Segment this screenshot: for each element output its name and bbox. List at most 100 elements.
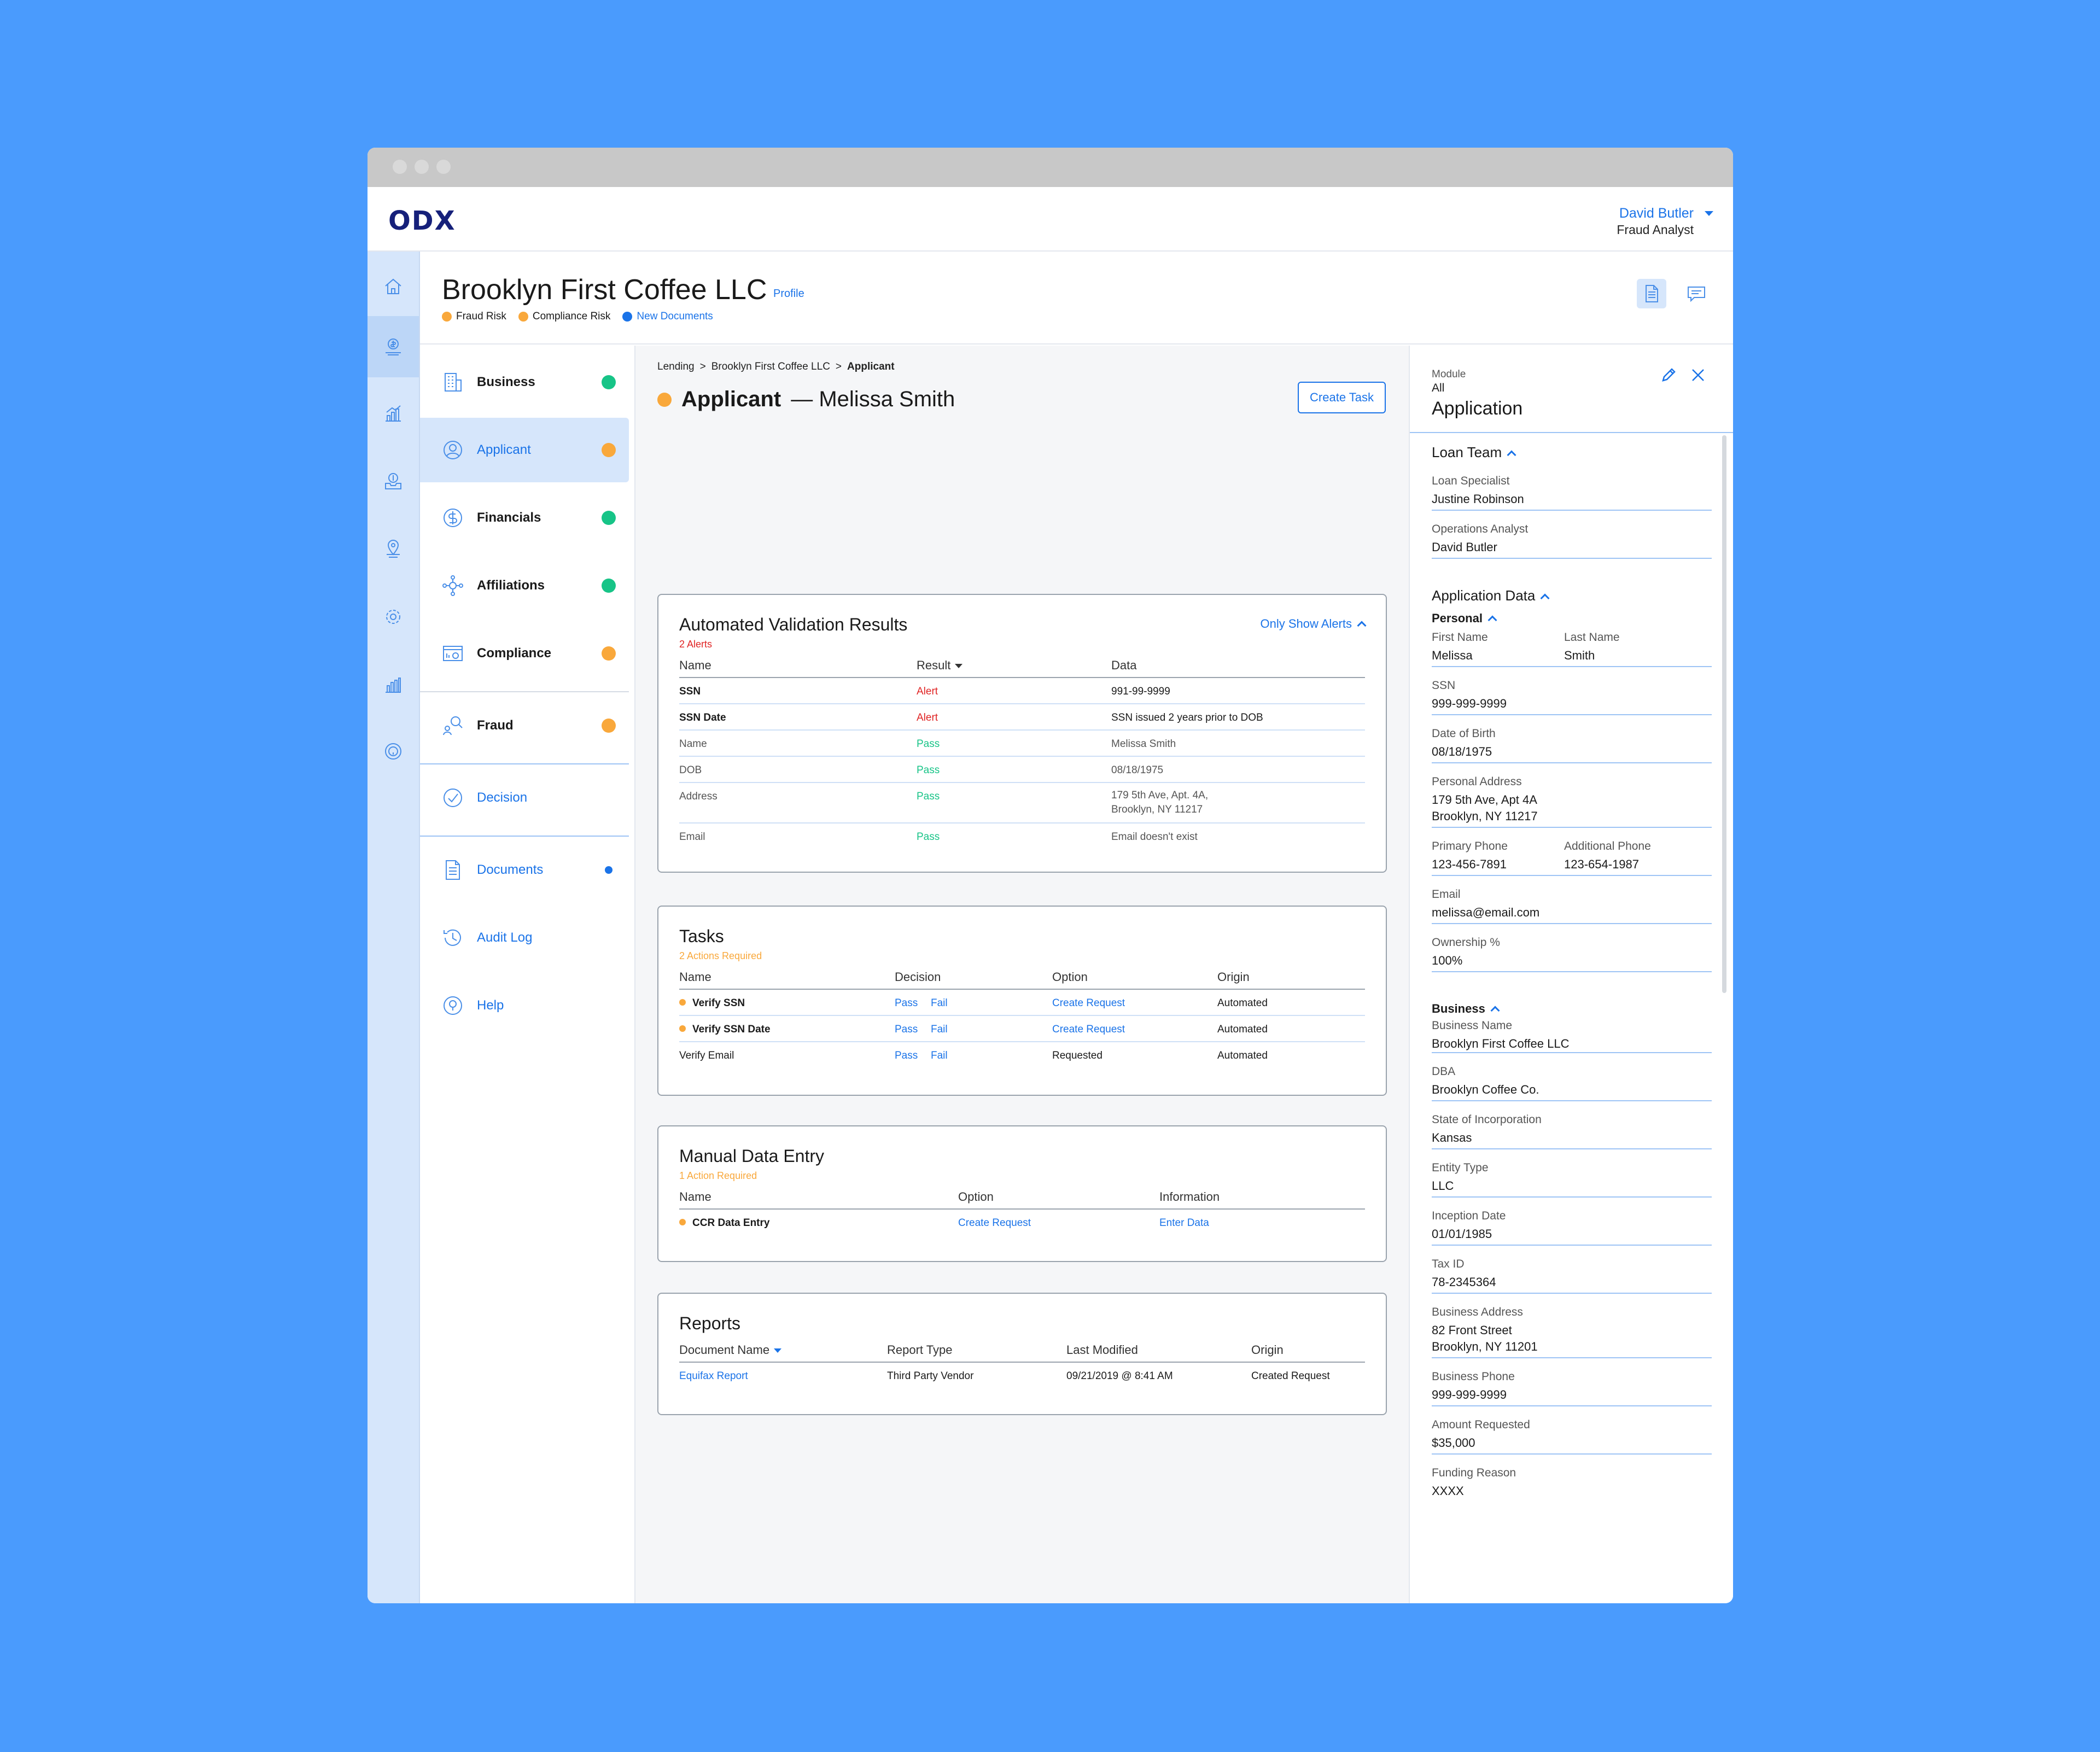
loan-team-toggle[interactable]: Loan Team [1432, 444, 1516, 461]
only-show-alerts-toggle[interactable]: Only Show Alerts [1260, 617, 1367, 631]
rail-bar-chart-icon[interactable] [368, 654, 419, 715]
comments-icon[interactable] [1682, 279, 1711, 308]
column-header: Result [917, 658, 951, 672]
rail-loan-icon[interactable] [368, 316, 419, 377]
field-value: 999-999-9999 [1432, 1388, 1507, 1401]
column-header[interactable]: Origin [1251, 1343, 1284, 1357]
status-dot [679, 999, 686, 1006]
field-value: 999-999-9999 [1432, 697, 1507, 710]
column-header[interactable]: Option [1052, 970, 1088, 984]
nav-label: Audit Log [477, 930, 533, 945]
document-icon[interactable] [1637, 279, 1666, 308]
table-row[interactable]: Verify Email Pass Fail Requested Automat… [679, 1042, 1365, 1068]
table-row[interactable]: Email Pass Email doesn't exist [679, 824, 1365, 850]
application-data-toggle[interactable]: Application Data [1432, 587, 1550, 604]
nav-item-decision[interactable]: Decision [420, 766, 629, 830]
column-header[interactable]: Last Modified [1066, 1343, 1138, 1357]
table-row[interactable]: Name Pass Melissa Smith [679, 731, 1365, 757]
create-request-link[interactable]: Create Request [958, 1217, 1031, 1229]
field-label: Last Name [1564, 631, 1620, 644]
nav-item-fraud[interactable]: Fraud [420, 693, 629, 758]
table-row[interactable]: SSN Date Alert SSN issued 2 years prior … [679, 704, 1365, 731]
breadcrumb-lending[interactable]: Lending [657, 361, 695, 372]
field-label: Funding Reason [1432, 1467, 1516, 1479]
column-header[interactable]: Data [1111, 658, 1136, 673]
table-row[interactable]: DOB Pass 08/18/1975 [679, 757, 1365, 783]
nav-item-compliance[interactable]: Compliance [420, 621, 629, 686]
column-header[interactable]: Report Type [887, 1343, 952, 1357]
window-close-dot[interactable] [393, 160, 407, 174]
column-header[interactable]: Information [1159, 1190, 1220, 1204]
status-dot [602, 719, 616, 733]
table-row[interactable]: Verify SSN Pass Fail Create Request Auto… [679, 990, 1365, 1016]
rail-chart-icon[interactable] [368, 383, 419, 444]
column-header[interactable]: Origin [1217, 970, 1250, 984]
column-header[interactable]: Name [679, 1190, 711, 1204]
nav-item-documents[interactable]: Documents [420, 838, 629, 902]
table-row[interactable]: Address Pass 179 5th Ave, Apt. 4A, Brookl… [679, 783, 1365, 824]
report-link[interactable]: Equifax Report [679, 1370, 748, 1382]
table-row[interactable]: Verify SSN Date Pass Fail Create Request… [679, 1016, 1365, 1042]
fail-link[interactable]: Fail [931, 997, 948, 1009]
column-header[interactable]: Decision [895, 970, 941, 984]
rail-home-icon[interactable] [368, 256, 419, 317]
create-request-link[interactable]: Create Request [1052, 1024, 1125, 1036]
rail-gear-icon[interactable] [368, 586, 419, 647]
panel-scrollbar[interactable] [1722, 435, 1726, 993]
fraud-risk-badge[interactable]: Fraud Risk [442, 311, 506, 323]
row-origin: Automated [1217, 1050, 1268, 1061]
pass-link[interactable]: Pass [895, 997, 918, 1009]
user-name[interactable]: David Butler [1619, 206, 1694, 221]
field-value: LLC [1432, 1179, 1454, 1193]
nav-item-affiliations[interactable]: Affiliations [420, 553, 629, 618]
window-minimize-dot[interactable] [415, 160, 429, 174]
business-toggle[interactable]: Business [1432, 1002, 1500, 1016]
new-documents-badge[interactable]: New Documents [622, 311, 713, 323]
window-maximize-dot[interactable] [436, 160, 451, 174]
rail-help-icon[interactable] [368, 721, 419, 782]
field-value: Brooklyn First Coffee LLC [1432, 1037, 1570, 1050]
pass-link[interactable]: Pass [895, 1050, 918, 1062]
column-header[interactable]: Option [958, 1190, 994, 1204]
field-ownership: Ownership % 100% [1432, 936, 1712, 972]
create-request-link[interactable]: Create Request [1052, 997, 1125, 1009]
nav-item-applicant[interactable]: Applicant [420, 418, 629, 482]
nav-label: Help [477, 998, 504, 1013]
nav-item-business[interactable]: Business [420, 350, 629, 414]
nav-item-audit-log[interactable]: Audit Log [420, 906, 629, 970]
row-result: Alert [917, 712, 938, 723]
create-task-button[interactable]: Create Task [1298, 382, 1386, 413]
chevron-down-icon[interactable] [1705, 211, 1713, 216]
field-value: 100% [1432, 954, 1463, 967]
personal-toggle[interactable]: Personal [1432, 611, 1497, 626]
title-applicant-name: — Melissa Smith [791, 387, 955, 411]
rail-location-icon[interactable] [368, 518, 419, 580]
task-name: Verify SSN Date [692, 1024, 771, 1035]
profile-link[interactable]: Profile [773, 288, 804, 300]
table-row[interactable]: SSN Alert 991-99-9999 [679, 678, 1365, 704]
pass-link[interactable]: Pass [895, 1024, 918, 1036]
odx-logo[interactable]: ODX [388, 206, 456, 236]
rail-money-tray-icon[interactable] [368, 451, 419, 512]
enter-data-link[interactable]: Enter Data [1159, 1217, 1209, 1229]
module-value[interactable]: All [1432, 382, 1444, 395]
table-row[interactable]: Equifax Report Third Party Vendor 09/21/… [679, 1363, 1365, 1389]
fail-link[interactable]: Fail [931, 1050, 948, 1062]
row-name: Email [679, 831, 705, 843]
field-value: Kansas [1432, 1131, 1472, 1144]
fail-link[interactable]: Fail [931, 1024, 948, 1036]
window-titlebar [368, 148, 1733, 187]
column-header[interactable]: Name [679, 658, 711, 673]
table-row[interactable]: CCR Data Entry Create Request Enter Data [679, 1210, 1365, 1236]
nav-item-financials[interactable]: Financials [420, 486, 629, 550]
nav-item-help[interactable]: Help [420, 973, 629, 1038]
field-business-address: Business Address 82 Front Street Brooklyn… [1432, 1306, 1712, 1358]
user-menu[interactable]: David Butler Fraud Analyst [1617, 206, 1713, 237]
result-sort[interactable]: Result [917, 658, 963, 673]
compliance-risk-badge[interactable]: Compliance Risk [518, 311, 610, 323]
breadcrumb-company[interactable]: Brooklyn First Coffee LLC [711, 361, 830, 372]
document-name-sort[interactable]: Document Name [679, 1343, 782, 1357]
pencil-icon[interactable] [1660, 366, 1677, 384]
column-header[interactable]: Name [679, 970, 711, 984]
close-icon[interactable] [1689, 366, 1707, 384]
